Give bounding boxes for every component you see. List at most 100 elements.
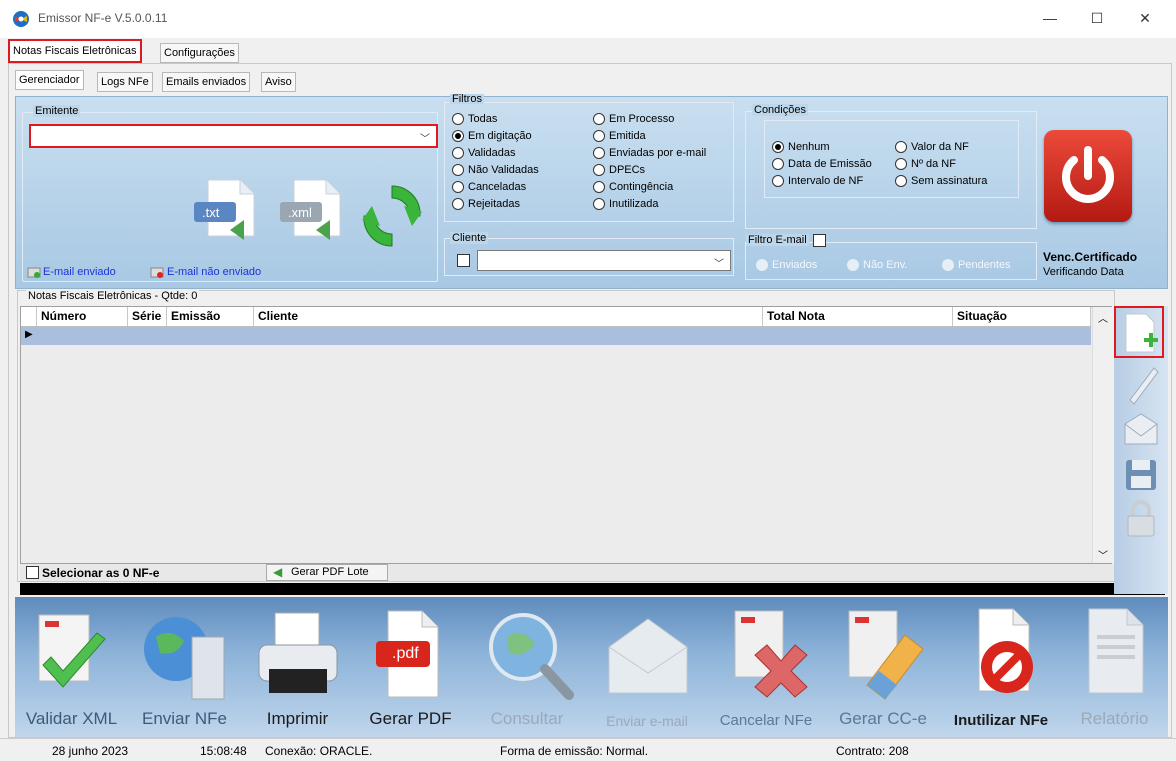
gerar-pdf-lote-button[interactable]: ◀ Gerar PDF Lote	[266, 564, 388, 581]
gerar-cce-label: Gerar CC-e	[839, 709, 927, 728]
grid-header: Número Série Emissão Cliente Total Nota …	[21, 307, 1091, 327]
report-icon	[1088, 608, 1144, 694]
cond-sem-assinatura[interactable]: Sem assinatura	[895, 172, 987, 189]
import-xml-button[interactable]: .xml	[274, 178, 348, 244]
enviar-email-label: Enviar e-mail	[606, 713, 688, 729]
cond-intervalo-nf[interactable]: Intervalo de NF	[772, 172, 872, 189]
grid-group-label: Notas Fiscais Eletrônicas - Qtde: 0	[26, 290, 200, 302]
cancelar-nfe-label: Cancelar NFe	[719, 712, 813, 729]
col-situacao[interactable]: Situação	[953, 307, 1091, 326]
inutilizar-nfe-button[interactable]: Inutilizar NFe	[941, 597, 1061, 737]
filtro-rejeitadas[interactable]: Rejeitadas	[452, 195, 539, 212]
txt-label: .txt	[202, 205, 220, 220]
tab-configuracoes[interactable]: Configurações	[160, 43, 239, 63]
edit-pencil-icon[interactable]	[1122, 362, 1162, 406]
filtro-em-digitacao[interactable]: Em digitação	[452, 127, 539, 144]
status-bar: 28 junho 2023 15:08:48 Conexão: ORACLE. …	[0, 738, 1176, 761]
filtro-email-pendentes[interactable]: Pendentes	[942, 256, 1011, 273]
tab-notas-fiscais[interactable]: Notas Fiscais Eletrônicas	[8, 39, 142, 63]
filtro-todas[interactable]: Todas	[452, 110, 539, 127]
filtro-email-enviados[interactable]: Enviados	[756, 256, 817, 273]
scroll-up-icon[interactable]: ︿	[1098, 310, 1108, 325]
email-envelope-icon[interactable]	[1121, 410, 1161, 450]
filtro-nao-validadas[interactable]: Não Validadas	[452, 161, 539, 178]
power-button[interactable]	[1044, 130, 1132, 222]
imprimir-button[interactable]: Imprimir	[241, 597, 354, 737]
status-contrato: Contrato: 208	[836, 744, 909, 758]
nfe-grid[interactable]: Número Série Emissão Cliente Total Nota …	[20, 306, 1112, 564]
cliente-checkbox[interactable]	[457, 254, 470, 267]
filtro-email-checkbox[interactable]	[813, 234, 826, 247]
select-all-checkbox[interactable]	[26, 566, 39, 579]
status-forma-emissao: Forma de emissão: Normal.	[500, 744, 649, 758]
import-txt-button[interactable]: .txt	[188, 178, 262, 244]
gerar-cce-button[interactable]: Gerar CC-e	[825, 597, 941, 737]
consultar-button[interactable]: Consultar	[467, 597, 587, 737]
close-button[interactable]: ✕	[1135, 8, 1155, 28]
new-nfe-button[interactable]	[1114, 306, 1164, 358]
cond-data-emissao[interactable]: Data de Emissão	[772, 155, 872, 172]
refresh-icon[interactable]	[360, 182, 424, 250]
radio-dot	[452, 163, 464, 176]
filtro-emitida[interactable]: Emitida	[593, 127, 706, 144]
emitente-select[interactable]: ﹀	[29, 124, 438, 148]
col-numero[interactable]: Número	[37, 307, 128, 326]
certificado-status: Verificando Data	[1043, 266, 1124, 278]
save-disk-icon[interactable]	[1122, 456, 1160, 494]
filtro-em-processo[interactable]: Em Processo	[593, 110, 706, 127]
radio-dot	[756, 258, 768, 271]
col-emissao[interactable]: Emissão	[167, 307, 254, 326]
cancelar-nfe-button[interactable]: Cancelar NFe	[707, 597, 825, 737]
chevron-down-icon: ﹀	[714, 259, 724, 270]
tab-gerenciador[interactable]: Gerenciador	[15, 70, 84, 90]
tab-emails-enviados[interactable]: Emails enviados	[162, 72, 251, 92]
scroll-down-icon[interactable]: ﹀	[1098, 547, 1108, 562]
radio-dot	[452, 112, 464, 125]
filtro-canceladas[interactable]: Canceladas	[452, 178, 539, 195]
radio-dot	[847, 258, 859, 271]
certificado-title: Venc.Certificado	[1043, 250, 1138, 264]
email-sent-legend: E-mail enviado	[43, 266, 116, 278]
filtro-inutilizada[interactable]: Inutilizada	[593, 195, 706, 212]
relatorio-button[interactable]: Relatório	[1061, 597, 1168, 737]
filtro-email-nao-env[interactable]: Não Env.	[847, 256, 907, 273]
col-cliente[interactable]: Cliente	[254, 307, 763, 326]
condicoes-col2: Valor da NF Nº da NF Sem assinatura	[895, 138, 987, 189]
vertical-scrollbar[interactable]: ︿ ﹀	[1092, 307, 1112, 563]
radio-dot	[942, 258, 954, 271]
minimize-button[interactable]: —	[1040, 8, 1060, 28]
action-bar: Validar XML Enviar NFe Imprimir .pdf Ger…	[15, 597, 1168, 737]
cond-nenhum[interactable]: Nenhum	[772, 138, 872, 155]
validar-xml-button[interactable]: Validar XML	[15, 597, 128, 737]
enviar-email-button[interactable]: Enviar e-mail	[587, 597, 707, 737]
tab-logs-nfe[interactable]: Logs NFe	[97, 72, 153, 92]
cond-valor-nf[interactable]: Valor da NF	[895, 138, 987, 155]
cliente-select[interactable]: ﹀	[477, 250, 731, 271]
radio-dot	[452, 146, 464, 159]
filtro-contingencia[interactable]: Contingência	[593, 178, 706, 195]
radio-dot	[772, 174, 784, 187]
progress-bar	[20, 583, 1165, 595]
chevron-down-icon: ﹀	[420, 134, 430, 145]
tab-aviso[interactable]: Aviso	[261, 72, 296, 92]
gerar-pdf-lote-label: Gerar PDF Lote	[291, 566, 369, 578]
filtro-enviadas-email[interactable]: Enviadas por e-mail	[593, 144, 706, 161]
gerar-pdf-button[interactable]: .pdf Gerar PDF	[354, 597, 467, 737]
col-total-nota[interactable]: Total Nota	[763, 307, 953, 326]
filtro-dpecs[interactable]: DPECs	[593, 161, 706, 178]
filtro-validadas[interactable]: Validadas	[452, 144, 539, 161]
imprimir-label: Imprimir	[266, 709, 329, 728]
enviar-nfe-button[interactable]: Enviar NFe	[128, 597, 241, 737]
filtro-email-label: Filtro E-mail	[746, 234, 809, 246]
cond-numero-nf[interactable]: Nº da NF	[895, 155, 987, 172]
globe-server-icon	[144, 617, 225, 700]
condicoes-col1: Nenhum Data de Emissão Intervalo de NF	[772, 138, 872, 189]
maximize-button[interactable]: ☐	[1087, 8, 1107, 28]
table-row[interactable]: ▶	[21, 327, 1091, 345]
radio-dot	[593, 180, 605, 193]
col-serie[interactable]: Série	[128, 307, 167, 326]
lock-icon[interactable]	[1124, 498, 1158, 540]
radio-dot	[772, 157, 784, 170]
select-all-label: Selecionar as 0 NF-e	[42, 566, 160, 580]
row-pointer-icon: ▶	[25, 329, 33, 340]
